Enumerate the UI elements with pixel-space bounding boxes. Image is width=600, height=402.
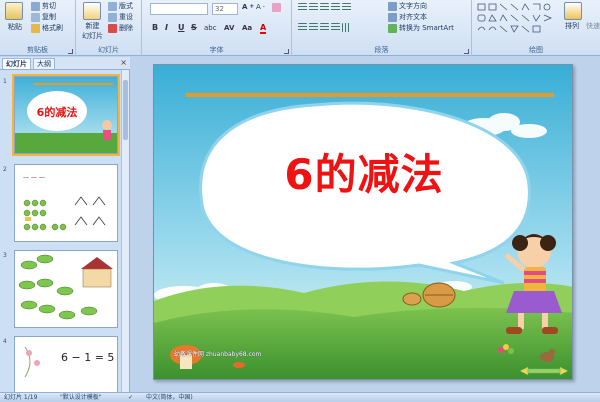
slide-thumbnail-4[interactable]: 6 − 1 = 5 (14, 336, 118, 392)
shrink-font-button[interactable]: A- (256, 3, 265, 11)
slide-thumbnail-2[interactable]: 一 一 一 (14, 164, 118, 242)
bullets-button[interactable] (298, 3, 351, 12)
paragraph-launcher[interactable] (464, 49, 469, 54)
eraser-icon (272, 3, 281, 12)
theme-name[interactable]: "默认设计模板" (60, 393, 102, 402)
strikethrough-button[interactable]: S (191, 23, 197, 32)
tab-outline[interactable]: 大纲 (33, 58, 55, 69)
font-size-combo[interactable]: 32 (212, 3, 238, 15)
arrange-icon[interactable] (564, 2, 582, 20)
font-label: 字体 (209, 46, 224, 54)
shadow-button[interactable]: abc (204, 24, 217, 32)
thumb-4-image (15, 337, 117, 392)
slide-background (154, 65, 572, 379)
text-direction-button[interactable]: 文字方向 (388, 1, 427, 11)
format-painter-button[interactable]: 格式刷 (31, 23, 63, 33)
clear-format-button[interactable] (272, 3, 281, 12)
paragraph-group: 文字方向 对齐文本 转换为 SmartArt 段落 (292, 0, 472, 56)
font-launcher[interactable] (284, 49, 289, 54)
brush-icon (31, 23, 40, 33)
thumb-2-title: 一 一 一 (23, 175, 45, 182)
slide-counter: 幻灯片 1/19 (4, 394, 38, 401)
font-name-combo[interactable] (150, 3, 208, 15)
current-slide[interactable]: 6的减法 幼教课件网 zhuanbaby68.com (153, 64, 573, 380)
outdent-icon (331, 3, 340, 12)
website-watermark: 幼教课件网 zhuanbaby68.com (174, 351, 262, 358)
numbering-icon (309, 3, 318, 12)
cut-button[interactable]: 剪切 (31, 1, 56, 11)
reset-icon (108, 12, 117, 22)
line-spacing-icon (342, 3, 351, 12)
font-color-button[interactable]: A (260, 23, 267, 34)
close-panel-icon[interactable]: × (120, 58, 127, 67)
copy-button[interactable]: 复制 (31, 12, 56, 22)
slides-outline-tabbar: 幻灯片 大纲 × (0, 57, 130, 70)
thumb-4-equation: 6 − 1 = 5 (61, 351, 115, 364)
slide-title[interactable]: 6的减法 (234, 141, 494, 202)
slide-thumbnail-1[interactable]: 6的减法 (12, 74, 120, 156)
align-right-icon (320, 23, 329, 32)
align-text-icon (388, 12, 397, 22)
language-indicator[interactable]: 中文(简体，中国) (146, 393, 193, 402)
thumb-number: 1 (3, 78, 7, 85)
bold-button[interactable]: B (152, 23, 158, 32)
clipboard-label: 剪贴板 (27, 46, 48, 54)
drawing-group: 排列 快速 绘图 (472, 0, 600, 56)
justify-icon (331, 23, 340, 32)
thumb-3-image (15, 251, 117, 327)
slide-editor: 6的减法 幼教课件网 zhuanbaby68.com (131, 57, 600, 392)
align-left-icon (298, 23, 307, 32)
drawing-label: 绘图 (529, 46, 543, 54)
delete-slide-button[interactable]: 删除 (108, 23, 133, 33)
smartart-icon (388, 23, 397, 33)
tab-slides[interactable]: 幻灯片 (2, 58, 31, 69)
clipboard-group: 粘贴 剪切 复制 格式刷 剪贴板 (0, 0, 76, 56)
clipboard-launcher[interactable] (68, 49, 73, 54)
align-center-icon (309, 23, 318, 32)
scrollbar-thumb[interactable] (123, 80, 128, 140)
thumb-number: 3 (3, 252, 7, 259)
new-slide-button[interactable]: 新建 幻灯片 (82, 21, 103, 41)
arrange-button[interactable]: 排列 (565, 21, 579, 31)
font-group: 32 A + A- B I U S abc AV Aa A 字体 (142, 0, 292, 56)
smartart-button[interactable]: 转换为 SmartArt (388, 23, 454, 33)
spell-check-icon[interactable]: ✓ (128, 393, 133, 402)
layout-icon (108, 1, 117, 11)
thumbnail-scrollbar[interactable] (121, 70, 129, 392)
shapes-gallery[interactable] (476, 2, 562, 38)
paragraph-label: 段落 (374, 46, 389, 54)
scissors-icon (31, 1, 40, 11)
quick-styles-button[interactable]: 快速 (586, 21, 600, 31)
grow-font-button[interactable]: A + (242, 3, 254, 11)
new-slide-icon[interactable] (83, 2, 101, 20)
thumb-number: 4 (3, 338, 7, 345)
thumb-number: 2 (3, 166, 7, 173)
bullets-icon (298, 3, 307, 12)
layout-button[interactable]: 版式 (108, 1, 133, 11)
reset-button[interactable]: 重设 (108, 12, 133, 22)
thumb-1-title: 6的减法 (36, 106, 78, 119)
paste-button[interactable]: 粘贴 (8, 22, 22, 32)
slide-thumbnail-3[interactable] (14, 250, 118, 328)
copy-icon (31, 12, 40, 22)
change-case-button[interactable]: Aa (242, 24, 252, 32)
underline-button[interactable]: U (178, 23, 185, 32)
delete-icon (108, 23, 117, 33)
align-text-button[interactable]: 对齐文本 (388, 12, 427, 22)
paste-icon[interactable] (5, 2, 23, 20)
columns-icon (342, 23, 351, 32)
italic-button[interactable]: I (165, 23, 168, 32)
text-direction-icon (388, 1, 397, 11)
ribbon: 粘贴 剪切 复制 格式刷 剪贴板 新建 幻灯片 版式 重设 删除 幻灯片 32 … (0, 0, 600, 56)
slides-label: 幻灯片 (98, 46, 119, 54)
align-buttons[interactable] (298, 23, 351, 32)
slides-group: 新建 幻灯片 版式 重设 删除 幻灯片 (76, 0, 142, 56)
slide-thumbnail-panel: 1 6的减法 2 一 一 一 3 4 6 − 1 = 5 (0, 70, 130, 392)
char-spacing-button[interactable]: AV (224, 24, 234, 32)
indent-icon (320, 3, 329, 12)
status-bar: 幻灯片 1/19 "默认设计模板" ✓ 中文(简体，中国) (0, 392, 600, 402)
